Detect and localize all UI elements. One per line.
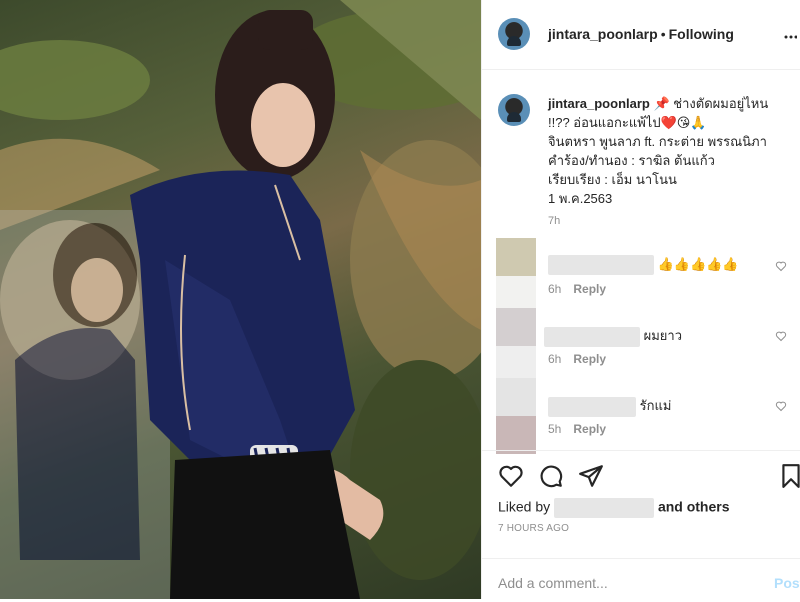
post-header: jintara_poonlarp • Following [482, 0, 800, 70]
separator-dot: • [660, 26, 666, 42]
post-photo[interactable] [0, 0, 481, 599]
commenter-avatar[interactable] [496, 308, 536, 346]
caption-emojis: ❤️😘🙏 [660, 115, 707, 130]
comment-text: รักแม่ [639, 398, 672, 413]
redacted-username [548, 396, 636, 417]
comment-item: 👍👍👍👍👍 6h Reply [482, 238, 800, 314]
redacted-username [544, 326, 640, 347]
redacted-liker[interactable] [554, 498, 655, 518]
like-comment-heart-icon[interactable] [775, 400, 787, 412]
post-button[interactable]: Post [774, 575, 800, 591]
like-heart-icon[interactable] [498, 463, 524, 489]
caption-avatar[interactable] [498, 94, 530, 126]
comment-time[interactable]: 6h [548, 352, 561, 366]
liked-by: Liked by and others [498, 498, 730, 518]
comment-item: รักแม่ 5h Reply [482, 378, 800, 454]
comment-time[interactable]: 6h [548, 282, 561, 296]
caption-username[interactable]: jintara_poonlarp [548, 96, 650, 111]
reply-button[interactable]: Reply [573, 282, 606, 296]
comment-text: 👍👍👍👍👍 [657, 256, 739, 272]
caption-line-6: 1 พ.ค.2563 [548, 191, 613, 206]
share-icon[interactable] [578, 463, 604, 489]
add-comment-input[interactable]: Add a comment... [498, 575, 608, 591]
post-actions: Liked by and others 7 HOURS AGO Add a co… [482, 450, 800, 601]
redacted-username [548, 255, 654, 275]
caption-line-1: ช่างตัดผมอยู่ไหน [673, 96, 769, 111]
add-comment-bar: Add a comment... Post [482, 558, 800, 602]
header-username[interactable]: jintara_poonlarp [548, 26, 658, 42]
reply-button[interactable]: Reply [573, 352, 606, 366]
pin-emoji: 📌 [653, 96, 670, 111]
liked-by-others[interactable]: and others [658, 499, 730, 515]
post-side-panel: jintara_poonlarp • Following jintara_poonl… [481, 0, 800, 599]
more-options-icon[interactable] [783, 30, 797, 44]
save-bookmark-icon[interactable] [778, 463, 800, 489]
comment-time[interactable]: 5h [548, 422, 561, 436]
caption-line-5: เรียบเรียง : เอ็ม นาโนน [548, 172, 677, 187]
caption-line-4: คำร้อง/ทำนอง : ราฆิล ต้นแก้ว [548, 153, 715, 168]
like-comment-heart-icon[interactable] [775, 330, 787, 342]
avatar[interactable] [498, 18, 530, 50]
commenter-avatar[interactable] [496, 378, 536, 416]
comment-icon[interactable] [538, 463, 564, 489]
caption-line-2: !!?? อ่อนแอกะแพ้ไป [548, 115, 661, 130]
reply-button[interactable]: Reply [573, 422, 606, 436]
comment-text: ผมยาว [643, 328, 683, 343]
following-button[interactable]: Following [669, 26, 734, 42]
caption-text: jintara_poonlarp 📌 ช่างตัดผมอยู่ไหน !!??… [548, 94, 788, 208]
liked-by-prefix: Liked by [498, 498, 551, 515]
comment-item: ผมยาว 6h Reply [482, 308, 800, 384]
caption-line-3: จินตหรา พูนลาภ ft. กระต่าย พรรณนิภา [548, 134, 767, 149]
commenter-avatar-blur [496, 416, 536, 454]
post-timestamp[interactable]: 7 HOURS AGO [498, 523, 569, 534]
commenter-avatar[interactable] [496, 238, 536, 276]
caption-time[interactable]: 7h [548, 215, 560, 227]
like-comment-heart-icon[interactable] [775, 260, 787, 272]
photo-illustration [0, 0, 481, 599]
